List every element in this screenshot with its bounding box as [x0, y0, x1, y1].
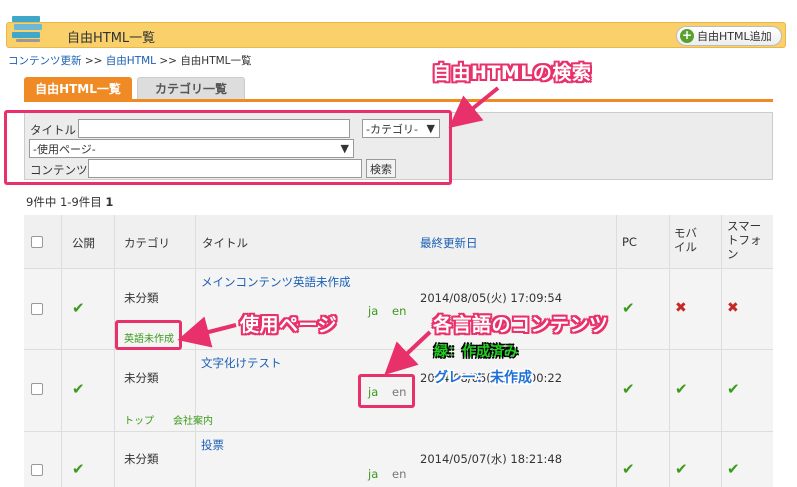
html-table	[24, 215, 773, 487]
lang-en[interactable]: en	[392, 304, 406, 318]
smartphone-check-icon: ✔	[727, 380, 740, 398]
col-smartphone: スマートフォン	[727, 219, 762, 261]
mobile-cross-icon: ✖	[675, 300, 687, 316]
row-checkbox[interactable]	[31, 464, 43, 476]
public-check-icon: ✔	[72, 380, 85, 398]
col-public: 公開	[72, 236, 95, 250]
col-title: タイトル	[202, 236, 248, 250]
page-tag[interactable]: トップ	[124, 412, 154, 427]
annotation-gray: グレー：未作成	[434, 370, 532, 386]
breadcrumb-current: 自由HTML一覧	[180, 55, 252, 67]
pc-check-icon: ✔	[622, 460, 635, 478]
lang-ja[interactable]: ja	[368, 467, 378, 481]
breadcrumb-content-update[interactable]: コンテンツ更新	[8, 55, 82, 67]
search-highlight-box	[4, 110, 452, 185]
breadcrumb-free-html[interactable]: 自由HTML	[106, 55, 156, 67]
row-checkbox[interactable]	[31, 383, 43, 395]
row-updated: 2014/05/07(水) 18:21:48	[420, 452, 563, 466]
select-all-checkbox[interactable]	[31, 236, 43, 248]
lang-highlight-box	[358, 374, 415, 408]
row-updated: 2014/08/05(火) 17:09:54	[420, 291, 563, 305]
row-title-link[interactable]: 文字化けテスト	[201, 355, 282, 371]
stack-icon	[12, 16, 42, 42]
annotation-green: 緑：作成済み	[434, 344, 518, 360]
add-html-button[interactable]: + 自由HTML追加	[676, 26, 782, 46]
lang-ja[interactable]: ja	[368, 304, 378, 318]
public-check-icon: ✔	[72, 460, 85, 478]
add-html-label: 自由HTML追加	[697, 30, 772, 43]
row-category: 未分類	[124, 291, 159, 305]
result-count: 9件中 1-9件目 1	[26, 195, 114, 209]
row-checkbox[interactable]	[31, 303, 43, 315]
tab-underline	[24, 99, 773, 102]
smartphone-cross-icon: ✖	[727, 300, 739, 316]
public-check-icon: ✔	[72, 299, 85, 317]
lang-en[interactable]: en	[392, 467, 406, 481]
annotation-page: 使用ページ	[240, 314, 338, 336]
tab-category-list[interactable]: カテゴリ一覧	[137, 77, 245, 99]
mobile-check-icon: ✔	[675, 460, 688, 478]
breadcrumb: コンテンツ更新 >> 自由HTML >> 自由HTML一覧	[8, 55, 252, 67]
col-category: カテゴリ	[124, 236, 170, 250]
page-tag[interactable]: 会社案内	[173, 412, 213, 427]
row-category: 未分類	[124, 452, 159, 466]
row-title-link[interactable]: メインコンテンツ英語未作成	[201, 274, 351, 290]
annotation-search: 自由HTMLの検索	[432, 62, 592, 84]
annotation-lang: 各言語のコンテンツ	[433, 314, 609, 336]
tab-free-html-list[interactable]: 自由HTML一覧	[24, 77, 132, 99]
col-mobile: モバイル	[674, 226, 697, 254]
pc-check-icon: ✔	[622, 299, 635, 317]
row-category: 未分類	[124, 371, 159, 385]
smartphone-check-icon: ✔	[727, 460, 740, 478]
page-title: 自由HTML一覧	[67, 31, 156, 46]
plus-circle-icon: +	[680, 28, 694, 43]
col-pc: PC	[622, 235, 637, 249]
col-updated-sort[interactable]: 最終更新日	[420, 235, 478, 251]
mobile-check-icon: ✔	[675, 380, 688, 398]
row-title-link[interactable]: 投票	[201, 437, 224, 453]
page-tag-highlight-box	[115, 320, 182, 350]
pc-check-icon: ✔	[622, 380, 635, 398]
